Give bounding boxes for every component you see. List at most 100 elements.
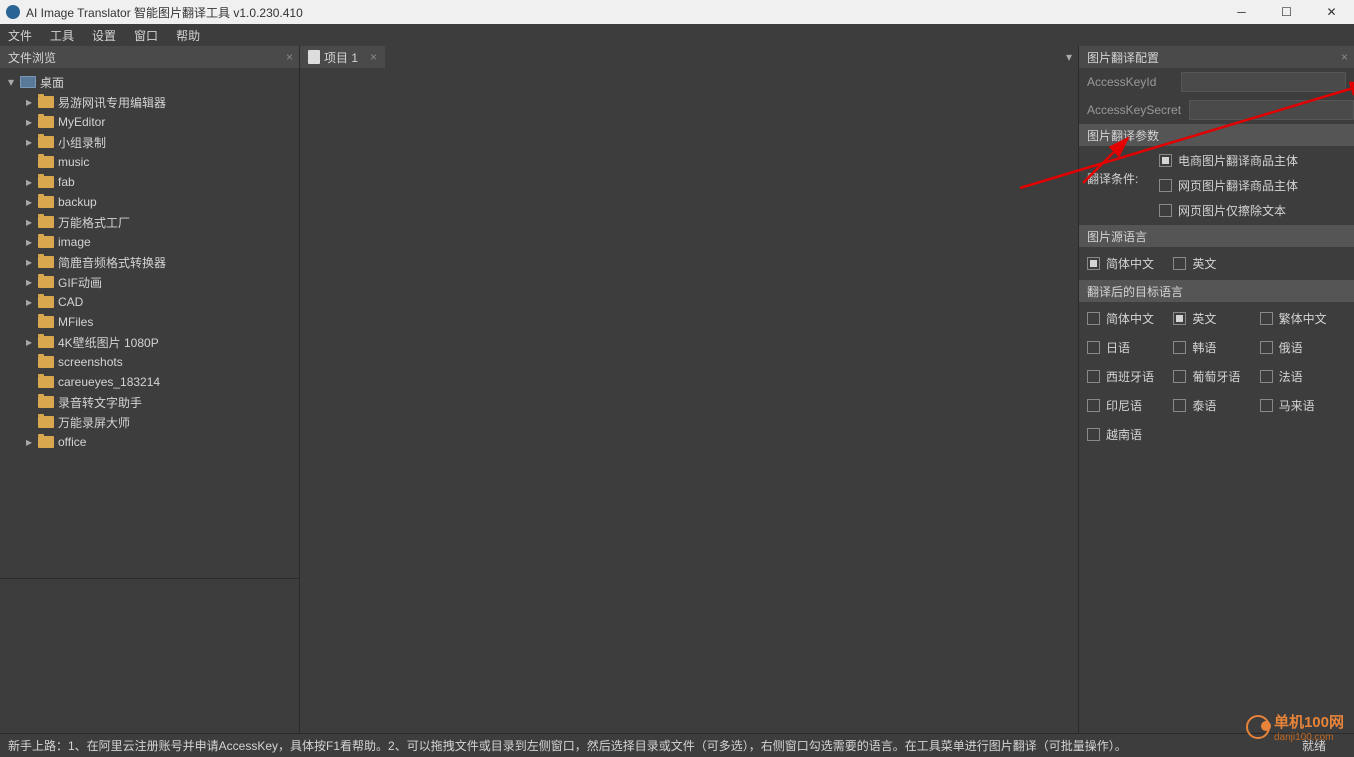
checkbox-icon[interactable] bbox=[1087, 312, 1100, 325]
checkbox-icon[interactable] bbox=[1173, 257, 1186, 270]
tree-item[interactable]: ▾桌面 bbox=[0, 72, 299, 92]
target-lang-option[interactable]: 繁体中文 bbox=[1260, 310, 1346, 327]
tree-item[interactable]: ▸backup bbox=[0, 192, 299, 212]
tree-item-label: 4K壁纸图片 1080P bbox=[58, 334, 159, 351]
file-browser-close-icon[interactable]: × bbox=[286, 50, 293, 64]
target-lang-option[interactable]: 马来语 bbox=[1260, 397, 1346, 414]
tree-item[interactable]: ▸ 4K壁纸图片 1080P bbox=[0, 332, 299, 352]
checkbox-icon[interactable] bbox=[1260, 312, 1273, 325]
source-lang-option[interactable]: 简体中文 bbox=[1087, 255, 1173, 272]
expand-icon[interactable]: ▸ bbox=[24, 175, 34, 189]
folder-icon bbox=[38, 336, 54, 348]
config-header: 图片翻译配置 × bbox=[1079, 46, 1354, 68]
tree-item[interactable]: ▸MyEditor bbox=[0, 112, 299, 132]
access-key-secret-input[interactable] bbox=[1189, 100, 1354, 120]
checkbox-icon[interactable] bbox=[1087, 370, 1100, 383]
target-lang-option[interactable]: 越南语 bbox=[1087, 426, 1173, 443]
target-lang-option[interactable]: 西班牙语 bbox=[1087, 368, 1173, 385]
tree-item[interactable]: ▸万能格式工厂 bbox=[0, 212, 299, 232]
tree-item[interactable]: ▸ CAD bbox=[0, 292, 299, 312]
editor-panel: 项目 1 × ▾ bbox=[300, 46, 1078, 733]
expand-icon[interactable]: ▸ bbox=[24, 275, 34, 289]
folder-icon bbox=[38, 276, 54, 288]
config-close-icon[interactable]: × bbox=[1341, 50, 1348, 64]
checkbox-icon[interactable] bbox=[1087, 341, 1100, 354]
tree-item-label: CAD bbox=[58, 295, 83, 309]
tab-dropdown-icon[interactable]: ▾ bbox=[1066, 50, 1072, 64]
checkbox-icon[interactable] bbox=[1260, 370, 1273, 383]
condition-option[interactable]: 网页图片仅擦除文本 bbox=[1159, 202, 1298, 219]
tab-project-1[interactable]: 项目 1 × bbox=[300, 46, 385, 68]
checkbox-icon[interactable] bbox=[1173, 312, 1186, 325]
tree-item[interactable]: ▸小组录制 bbox=[0, 132, 299, 152]
target-lang-option[interactable]: 俄语 bbox=[1260, 339, 1346, 356]
collapse-icon[interactable]: ▾ bbox=[6, 75, 16, 89]
folder-icon bbox=[38, 416, 54, 428]
access-key-id-input[interactable] bbox=[1181, 72, 1346, 92]
menu-file[interactable]: 文件 bbox=[8, 27, 32, 44]
expand-icon[interactable]: ▸ bbox=[24, 335, 34, 349]
target-lang-option[interactable]: 泰语 bbox=[1173, 397, 1259, 414]
tree-item[interactable]: ▸简鹿音频格式转换器 bbox=[0, 252, 299, 272]
target-lang-option[interactable]: 葡萄牙语 bbox=[1173, 368, 1259, 385]
target-lang-option[interactable]: 韩语 bbox=[1173, 339, 1259, 356]
source-lang-header: 图片源语言 bbox=[1079, 225, 1354, 247]
tree-item[interactable]: careueyes_183214 bbox=[0, 372, 299, 392]
tree-item[interactable]: ▸GIF动画 bbox=[0, 272, 299, 292]
translate-condition-label: 翻译条件: bbox=[1087, 152, 1147, 219]
condition-option[interactable]: 电商图片翻译商品主体 bbox=[1159, 152, 1298, 169]
expand-icon[interactable]: ▸ bbox=[24, 435, 34, 449]
tree-item[interactable]: ▸office bbox=[0, 432, 299, 452]
tree-item[interactable]: 万能录屏大师 bbox=[0, 412, 299, 432]
source-lang-option[interactable]: 英文 bbox=[1173, 255, 1259, 272]
expand-icon[interactable]: ▸ bbox=[24, 135, 34, 149]
expand-icon[interactable]: ▸ bbox=[24, 115, 34, 129]
folder-icon bbox=[38, 136, 54, 148]
tree-item[interactable]: music bbox=[0, 152, 299, 172]
expand-icon[interactable]: ▸ bbox=[24, 215, 34, 229]
target-lang-option[interactable]: 印尼语 bbox=[1087, 397, 1173, 414]
menu-window[interactable]: 窗口 bbox=[134, 27, 158, 44]
maximize-button[interactable]: ☐ bbox=[1264, 0, 1309, 24]
tree-item[interactable]: ▸fab bbox=[0, 172, 299, 192]
menu-help[interactable]: 帮助 bbox=[176, 27, 200, 44]
tree-item[interactable]: 录音转文字助手 bbox=[0, 392, 299, 412]
folder-icon bbox=[38, 196, 54, 208]
file-tree[interactable]: ▾桌面▸易游网讯专用编辑器▸MyEditor▸小组录制music▸fab▸bac… bbox=[0, 68, 299, 578]
minimize-button[interactable]: ─ bbox=[1219, 0, 1264, 24]
condition-option[interactable]: 网页图片翻译商品主体 bbox=[1159, 177, 1298, 194]
checkbox-icon[interactable] bbox=[1087, 428, 1100, 441]
expand-icon[interactable]: ▸ bbox=[24, 295, 34, 309]
tree-item[interactable]: screenshots bbox=[0, 352, 299, 372]
checkbox-icon[interactable] bbox=[1087, 399, 1100, 412]
checkbox-icon[interactable] bbox=[1260, 341, 1273, 354]
target-lang-option[interactable]: 法语 bbox=[1260, 368, 1346, 385]
checkbox-icon[interactable] bbox=[1159, 154, 1172, 167]
tab-close-icon[interactable]: × bbox=[370, 50, 377, 64]
expand-icon[interactable]: ▸ bbox=[24, 255, 34, 269]
checkbox-icon[interactable] bbox=[1159, 179, 1172, 192]
target-lang-option[interactable]: 简体中文 bbox=[1087, 310, 1173, 327]
checkbox-icon[interactable] bbox=[1173, 370, 1186, 383]
target-lang-option[interactable]: 英文 bbox=[1173, 310, 1259, 327]
target-lang-option[interactable]: 日语 bbox=[1087, 339, 1173, 356]
checkbox-icon[interactable] bbox=[1260, 399, 1273, 412]
folder-icon bbox=[38, 396, 54, 408]
checkbox-icon[interactable] bbox=[1159, 204, 1172, 217]
checkbox-icon[interactable] bbox=[1173, 399, 1186, 412]
tree-item[interactable]: ▸易游网讯专用编辑器 bbox=[0, 92, 299, 112]
expand-icon[interactable]: ▸ bbox=[24, 195, 34, 209]
expand-icon[interactable]: ▸ bbox=[24, 235, 34, 249]
file-browser-preview bbox=[0, 578, 299, 733]
target-lang-label: 繁体中文 bbox=[1279, 310, 1327, 327]
tree-item[interactable]: MFiles bbox=[0, 312, 299, 332]
folder-icon bbox=[38, 376, 54, 388]
target-lang-label: 印尼语 bbox=[1106, 397, 1142, 414]
menu-settings[interactable]: 设置 bbox=[92, 27, 116, 44]
menu-tools[interactable]: 工具 bbox=[50, 27, 74, 44]
tree-item[interactable]: ▸image bbox=[0, 232, 299, 252]
close-button[interactable]: ✕ bbox=[1309, 0, 1354, 24]
checkbox-icon[interactable] bbox=[1087, 257, 1100, 270]
expand-icon[interactable]: ▸ bbox=[24, 95, 34, 109]
checkbox-icon[interactable] bbox=[1173, 341, 1186, 354]
